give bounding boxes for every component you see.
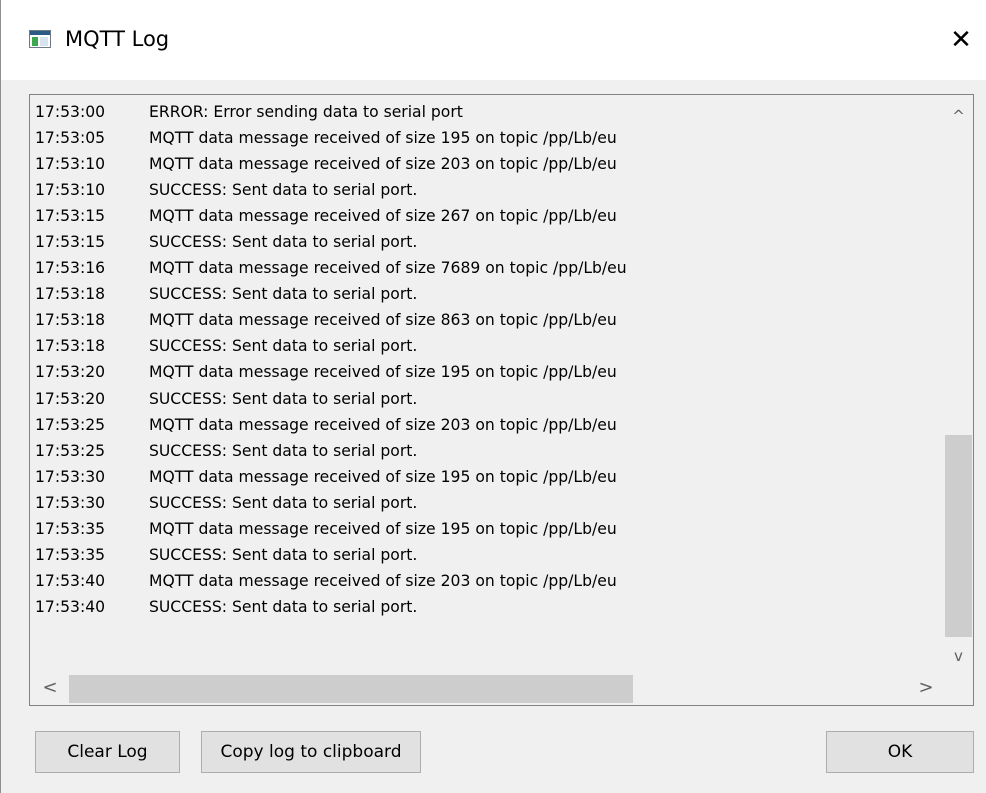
log-timestamp: 17:53:30 [35,467,106,486]
mqtt-log-window: MQTT Log ✕ 17:53:00 ERROR: Error sending … [0,0,986,793]
log-timestamp: 17:53:40 [35,571,106,590]
ok-button[interactable]: OK [826,731,974,773]
log-line[interactable]: 17:53:18 SUCCESS: Sent data to serial por… [35,333,935,359]
log-line[interactable]: 17:53:15 SUCCESS: Sent data to serial por… [35,229,935,255]
log-timestamp: 17:53:30 [35,493,106,512]
log-timestamp: 17:53:15 [35,233,106,252]
log-line[interactable]: 17:53:05 MQTT data message received of si… [35,125,935,151]
log-line[interactable]: 17:53:15 MQTT data message received of si… [35,203,935,229]
scroll-down-arrow-icon[interactable]: v [944,642,973,670]
log-timestamp: 17:53:15 [35,207,106,226]
log-line[interactable]: 17:53:40 MQTT data message received of si… [35,568,935,594]
vertical-scroll-thumb[interactable] [945,435,972,637]
log-line[interactable]: 17:53:25 MQTT data message received of si… [35,412,935,438]
log-timestamp: 17:53:20 [35,389,106,408]
log-timestamp: 17:53:16 [35,259,106,278]
log-line[interactable]: 17:53:16 MQTT data message received of si… [35,255,935,281]
log-message: MQTT data message received of size 203 o… [149,571,617,590]
log-timestamp: 17:53:35 [35,545,106,564]
vertical-scrollbar[interactable]: ^ v [944,96,973,674]
log-line[interactable]: 17:53:25 SUCCESS: Sent data to serial por… [35,438,935,464]
log-message: MQTT data message received of size 195 o… [149,519,617,538]
log-line[interactable]: 17:53:18 SUCCESS: Sent data to serial por… [35,281,935,307]
log-timestamp: 17:53:18 [35,337,106,356]
close-button[interactable]: ✕ [941,20,981,60]
log-timestamp: 17:53:18 [35,311,106,330]
log-timestamp: 17:53:18 [35,285,106,304]
log-line[interactable]: 17:53:00 ERROR: Error sending data to ser… [35,99,935,125]
log-timestamp: 17:53:10 [35,155,106,174]
log-listbox[interactable]: 17:53:00 ERROR: Error sending data to ser… [29,94,974,706]
log-line[interactable]: 17:53:35 MQTT data message received of si… [35,516,935,542]
log-line[interactable]: 17:53:35 SUCCESS: Sent data to serial por… [35,542,935,568]
log-message: MQTT data message received of size 195 o… [149,467,617,486]
log-message: MQTT data message received of size 267 o… [149,207,617,226]
log-timestamp: 17:53:25 [35,415,106,434]
scrollbar-corner [944,674,973,704]
log-message: SUCCESS: Sent data to serial port. [149,285,418,304]
log-timestamp: 17:53:35 [35,519,106,538]
log-message: SUCCESS: Sent data to serial port. [149,337,418,356]
log-message: MQTT data message received of size 863 o… [149,311,617,330]
log-message: SUCCESS: Sent data to serial port. [149,493,418,512]
horizontal-scrollbar[interactable]: < > [31,674,944,704]
log-timestamp: 17:53:25 [35,441,106,460]
log-message: SUCCESS: Sent data to serial port. [149,389,418,408]
log-timestamp: 17:53:40 [35,597,106,616]
log-message: MQTT data message received of size 195 o… [149,363,617,382]
log-line[interactable]: 17:53:20 MQTT data message received of si… [35,359,935,385]
log-message: ERROR: Error sending data to serial port [149,103,463,121]
log-message: SUCCESS: Sent data to serial port. [149,181,418,200]
scroll-left-arrow-icon[interactable]: < [35,674,65,704]
log-message: SUCCESS: Sent data to serial port. [149,441,418,460]
log-timestamp: 17:53:10 [35,181,106,200]
scroll-right-arrow-icon[interactable]: > [911,674,941,704]
log-line[interactable]: 17:53:30 SUCCESS: Sent data to serial por… [35,490,935,516]
log-line[interactable]: 17:53:20 SUCCESS: Sent data to serial por… [35,386,935,412]
clear-log-button[interactable]: Clear Log [35,731,180,773]
horizontal-scroll-thumb[interactable] [69,675,633,703]
log-lines: 17:53:00 ERROR: Error sending data to ser… [35,99,935,669]
log-line[interactable]: 17:53:30 MQTT data message received of si… [35,464,935,490]
log-message: MQTT data message received of size 203 o… [149,415,617,434]
log-line[interactable]: 17:53:10 SUCCESS: Sent data to serial por… [35,177,935,203]
log-message: MQTT data message received of size 7689 … [149,259,627,278]
log-timestamp: 17:53:00 [35,103,106,121]
log-message: SUCCESS: Sent data to serial port. [149,233,418,252]
window-app-icon [29,30,51,48]
log-message: SUCCESS: Sent data to serial port. [149,545,418,564]
scroll-up-arrow-icon[interactable]: ^ [944,102,973,130]
log-message: MQTT data message received of size 203 o… [149,155,617,174]
log-message: SUCCESS: Sent data to serial port. [149,597,418,616]
copy-log-button[interactable]: Copy log to clipboard [201,731,421,773]
log-timestamp: 17:53:20 [35,363,106,382]
log-line[interactable]: 17:53:40 SUCCESS: Sent data to serial por… [35,594,935,620]
log-timestamp: 17:53:05 [35,129,106,148]
log-message: MQTT data message received of size 195 o… [149,129,617,148]
log-line[interactable]: 17:53:18 MQTT data message received of si… [35,307,935,333]
window-title: MQTT Log [65,27,170,51]
log-line[interactable]: 17:53:10 MQTT data message received of si… [35,151,935,177]
title-bar[interactable]: MQTT Log ✕ [1,0,986,80]
